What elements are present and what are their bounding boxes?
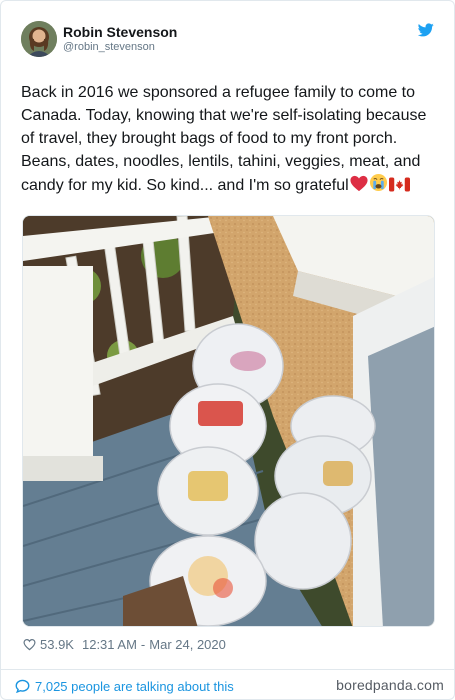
meta-separator: -: [140, 636, 146, 652]
heart-icon[interactable]: [23, 638, 36, 651]
author-avatar[interactable]: [21, 21, 57, 57]
speech-bubble-icon: [15, 679, 30, 693]
tweet-text: Back in 2016 we sponsored a refugee fami…: [21, 81, 435, 197]
tweet-card: Robin Stevenson @robin_stevenson Back in…: [0, 0, 455, 700]
talking-text[interactable]: 7,025 people are talking about this: [35, 679, 234, 694]
boredpanda-watermark: boredpanda.com: [336, 677, 444, 693]
tweet-date[interactable]: Mar 24, 2020: [149, 637, 226, 652]
tweet-photo[interactable]: [22, 215, 435, 627]
author-display-name[interactable]: Robin Stevenson: [63, 24, 177, 40]
tweet-header: Robin Stevenson @robin_stevenson: [21, 21, 436, 61]
tweet-time[interactable]: 12:31 AM: [82, 637, 137, 652]
tweet-meta: 53.9K 12:31 AM - Mar 24, 2020: [23, 635, 226, 653]
author-handle[interactable]: @robin_stevenson: [63, 41, 155, 53]
canada-flag-emoji: [388, 177, 410, 192]
crying-face-emoji: [369, 173, 387, 192]
red-heart-emoji: [350, 175, 368, 192]
like-count[interactable]: 53.9K: [40, 637, 74, 652]
twitter-bird-icon[interactable]: [418, 23, 434, 37]
talking-link[interactable]: 7,025 people are talking about this: [15, 677, 234, 695]
divider: [1, 669, 454, 670]
